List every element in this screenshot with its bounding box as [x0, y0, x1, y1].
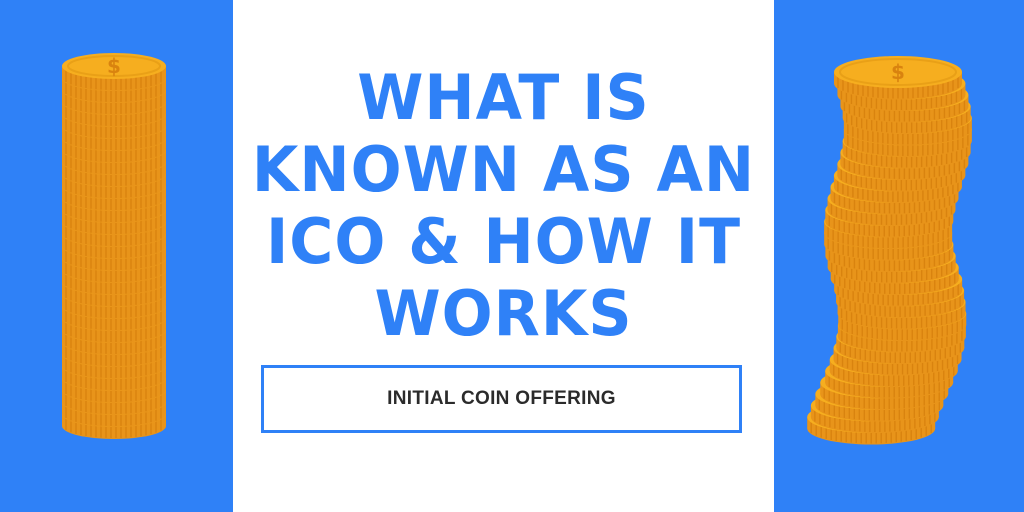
- top-coin: $: [62, 53, 166, 91]
- headline-line-4: WORKS: [374, 277, 633, 351]
- headline: WHAT IS KNOWN AS AN ICO & HOW IT WORKS: [233, 61, 774, 351]
- straight-coin-stack-icon: $: [62, 53, 166, 439]
- main-content: WHAT IS KNOWN AS AN ICO & HOW IT WORKS I…: [233, 0, 774, 512]
- leaning-coin-stack-icon: $: [807, 56, 972, 445]
- headline-line-3: ICO & HOW IT: [265, 205, 741, 279]
- subtitle-box: INITIAL COIN OFFERING: [261, 365, 742, 433]
- dollar-sign-icon: $: [891, 60, 905, 84]
- top-coin: $: [834, 56, 962, 100]
- headline-line-1: WHAT IS: [357, 61, 650, 135]
- right-blue-panel: $: [774, 0, 1024, 512]
- dollar-sign-icon: $: [107, 54, 121, 78]
- subtitle-text: INITIAL COIN OFFERING: [387, 388, 616, 409]
- headline-line-2: KNOWN AS AN: [251, 133, 756, 207]
- left-blue-panel: $: [0, 0, 233, 512]
